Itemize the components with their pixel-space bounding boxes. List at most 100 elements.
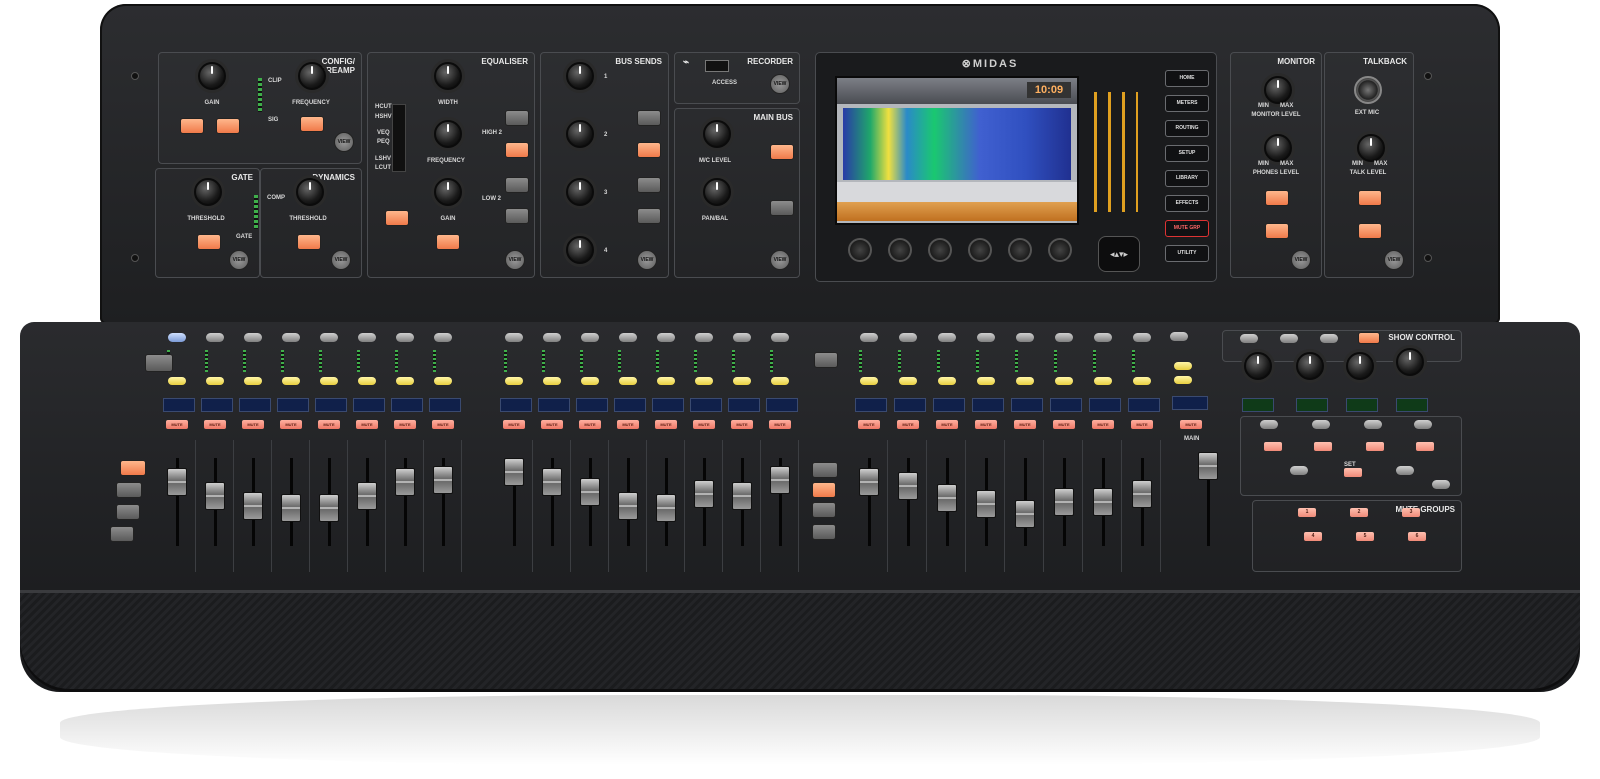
channel-select-button[interactable] (733, 333, 751, 342)
channel-select-button[interactable] (358, 333, 376, 342)
navigation-pad-icon[interactable]: ◂▴▾▸ (1098, 236, 1140, 272)
channel-fader[interactable] (1093, 488, 1113, 516)
channel-fader[interactable] (205, 482, 225, 510)
channel-select-button[interactable] (771, 333, 789, 342)
bus-send-1-knob[interactable] (566, 62, 594, 90)
screen-rotary-6[interactable] (1048, 238, 1072, 262)
channel-select-button[interactable] (938, 333, 956, 342)
group-layer-3-button[interactable] (812, 502, 836, 518)
eq-reset-button[interactable] (436, 234, 460, 250)
channel-mute-button[interactable]: MUTE (242, 420, 264, 429)
mute-group-3-button[interactable]: 3 (1402, 508, 1420, 517)
eq-on-button[interactable] (385, 210, 409, 226)
assign-button-12[interactable] (1416, 442, 1434, 451)
utility-button[interactable]: UTILITY (1165, 245, 1209, 262)
channel-fader[interactable] (357, 482, 377, 510)
home-button[interactable]: HOME (1165, 70, 1209, 87)
channel-mute-button[interactable]: MUTE (1014, 420, 1036, 429)
layer-ch1-16-button[interactable] (120, 460, 146, 476)
channel-mute-button[interactable]: MUTE (280, 420, 302, 429)
bus-5-8-button[interactable] (637, 142, 661, 158)
layer-aux-button[interactable] (116, 504, 140, 520)
channel-fader[interactable] (504, 458, 524, 486)
config-view-button[interactable]: VIEW (334, 132, 354, 152)
assign-button-9[interactable] (1264, 442, 1282, 451)
main-mute-button[interactable]: MUTE (1180, 420, 1202, 429)
screen-rotary-1[interactable] (848, 238, 872, 262)
set-a-button[interactable] (1290, 466, 1308, 475)
eq-width-knob[interactable] (434, 62, 462, 90)
channel-select-button[interactable] (320, 333, 338, 342)
channel-fader[interactable] (656, 494, 676, 522)
channel-mute-button[interactable]: MUTE (693, 420, 715, 429)
channel-mute-button[interactable]: MUTE (936, 420, 958, 429)
low-cut-button[interactable] (300, 116, 324, 132)
channel-mute-button[interactable]: MUTE (204, 420, 226, 429)
library-button[interactable]: LIBRARY (1165, 170, 1209, 187)
channel-select-button[interactable] (899, 333, 917, 342)
channel-fader[interactable] (898, 472, 918, 500)
usb-port[interactable] (705, 60, 729, 72)
show-control-go-button[interactable] (1358, 332, 1380, 344)
channel-mute-button[interactable]: MUTE (318, 420, 340, 429)
eq-low-mid-button[interactable] (505, 177, 529, 193)
channel-fader[interactable] (395, 468, 415, 496)
channel-fader[interactable] (732, 482, 752, 510)
main-lr-button[interactable] (770, 144, 794, 160)
sends-on-fader-button[interactable] (145, 354, 173, 372)
eq-gain-knob[interactable] (434, 178, 462, 206)
channel-mute-button[interactable]: MUTE (731, 420, 753, 429)
show-control-button-3[interactable] (1320, 334, 1338, 343)
bus-9-12-button[interactable] (637, 177, 661, 193)
channel-mute-button[interactable]: MUTE (1053, 420, 1075, 429)
routing-button[interactable]: ROUTING (1165, 120, 1209, 137)
mute-group-2-button[interactable]: 2 (1350, 508, 1368, 517)
channel-fader[interactable] (770, 466, 790, 494)
channel-select-button[interactable] (860, 333, 878, 342)
gain-knob[interactable] (198, 62, 226, 90)
eq-high-button[interactable] (505, 110, 529, 126)
layer-ch17-32-button[interactable] (116, 482, 142, 498)
channel-fader[interactable] (167, 468, 187, 496)
frequency-knob[interactable] (298, 62, 326, 90)
channel-select-button[interactable] (1055, 333, 1073, 342)
mute-group-6-button[interactable]: 6 (1408, 532, 1426, 541)
channel-mute-button[interactable]: MUTE (1092, 420, 1114, 429)
assign-button-7[interactable] (1364, 420, 1382, 429)
bus-view-button[interactable]: VIEW (637, 250, 657, 270)
channel-select-button[interactable] (1016, 333, 1034, 342)
talkback-view-button[interactable]: VIEW (1384, 250, 1404, 270)
assign-button-6[interactable] (1312, 420, 1330, 429)
channel-mute-button[interactable]: MUTE (166, 420, 188, 429)
channel-fader[interactable] (433, 466, 453, 494)
channel-fader[interactable] (859, 468, 879, 496)
screen-rotary-2[interactable] (888, 238, 912, 262)
channel-fader[interactable] (1132, 480, 1152, 508)
talk-a-button[interactable] (1358, 190, 1382, 206)
channel-mute-button[interactable]: MUTE (655, 420, 677, 429)
assign-button-10[interactable] (1314, 442, 1332, 451)
set-b-button[interactable] (1344, 468, 1362, 477)
bus-send-4-knob[interactable] (566, 236, 594, 264)
gate-threshold-knob[interactable] (194, 178, 222, 206)
talk-b-button[interactable] (1358, 223, 1382, 239)
channel-fader[interactable] (319, 494, 339, 522)
channel-fader[interactable] (937, 484, 957, 512)
main-bus-view-button[interactable]: VIEW (770, 250, 790, 270)
channel-select-button[interactable] (581, 333, 599, 342)
main-fader[interactable] (1198, 452, 1218, 480)
screen-rotary-5[interactable] (1008, 238, 1032, 262)
effects-button[interactable]: EFFECTS (1165, 195, 1209, 212)
eq-high-mid-button[interactable] (505, 142, 529, 158)
dynamics-view-button[interactable]: VIEW (331, 250, 351, 270)
channel-fader[interactable] (542, 468, 562, 496)
channel-fader[interactable] (243, 492, 263, 520)
sends-on-fader-center-button[interactable] (814, 352, 838, 368)
main-display[interactable]: 10:09 (835, 76, 1079, 225)
monitor-level-knob[interactable] (1264, 76, 1292, 104)
dynamics-threshold-knob[interactable] (296, 178, 324, 206)
polarity-button[interactable] (216, 118, 240, 134)
channel-select-button[interactable] (282, 333, 300, 342)
assignable-knob-2[interactable] (1296, 352, 1324, 380)
pan-bal-knob[interactable] (703, 178, 731, 206)
